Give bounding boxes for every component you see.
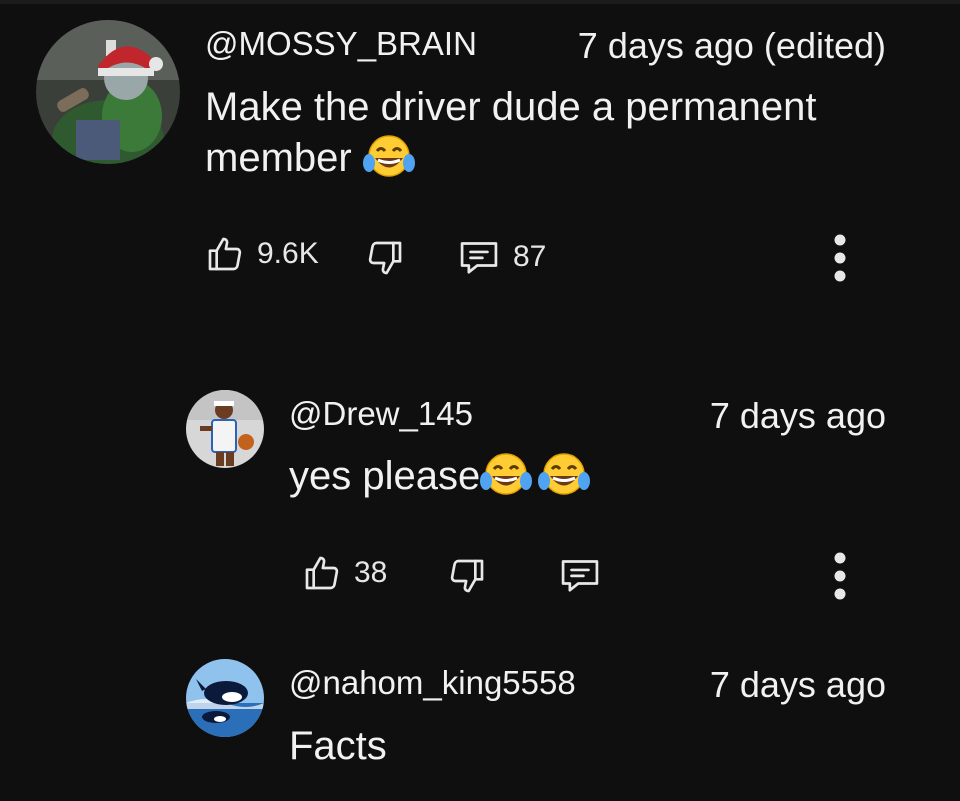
face-with-tears-of-joy-icon (480, 451, 533, 510)
face-with-tears-of-joy-icon (538, 451, 591, 510)
more-vertical-icon (830, 552, 850, 605)
comment-text: Make the driver dude a permanent member (205, 82, 895, 192)
reply-button[interactable]: 87 (457, 236, 546, 278)
top-divider (0, 0, 960, 4)
comment-text-content: yes please (289, 454, 481, 498)
comment-timestamp: 7 days ago (edited) (577, 25, 886, 66)
like-button[interactable]: 38 (302, 553, 387, 593)
comment-text-content: Make the driver dude a permanent member (205, 85, 817, 180)
dislike-button[interactable] (365, 238, 405, 278)
avatar[interactable] (186, 659, 264, 737)
thumbs-down-icon (365, 238, 405, 278)
thumbs-up-icon (302, 553, 342, 593)
comment-timestamp: 7 days ago (709, 664, 886, 705)
comment-text: yes please (289, 451, 889, 510)
comment-author-handle[interactable]: @nahom_king5558 (289, 664, 576, 702)
face-with-tears-of-joy-icon (362, 133, 415, 192)
comments-page: @MOSSY_BRAIN 7 days ago (edited) Make th… (0, 0, 960, 801)
comment-text: Facts (289, 721, 889, 772)
like-count: 9.6K (257, 237, 319, 270)
more-options-button[interactable] (830, 551, 850, 606)
more-options-button[interactable] (830, 233, 850, 288)
thumbs-down-icon (447, 556, 487, 596)
comment-icon (457, 236, 501, 278)
comment-icon (558, 554, 602, 596)
more-vertical-icon (830, 234, 850, 287)
comment-text-content: Facts (289, 724, 387, 768)
avatar[interactable] (186, 390, 264, 468)
like-count: 38 (354, 556, 388, 589)
comment-timestamp: 7 days ago (709, 395, 886, 436)
dislike-button[interactable] (447, 556, 487, 596)
comment-author-handle[interactable]: @Drew_145 (289, 395, 473, 433)
reply-count: 87 (513, 240, 547, 273)
like-button[interactable]: 9.6K (205, 234, 319, 274)
avatar[interactable] (36, 20, 180, 164)
comment-author-handle[interactable]: @MOSSY_BRAIN (205, 25, 477, 63)
thumbs-up-icon (205, 234, 245, 274)
reply-button[interactable] (558, 554, 602, 596)
